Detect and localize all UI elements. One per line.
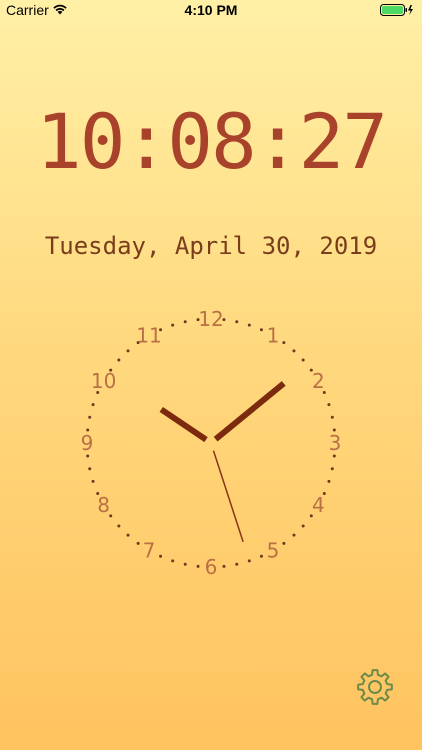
clock-minute-dot bbox=[126, 349, 130, 353]
clock-minute-dot bbox=[126, 533, 130, 537]
clock-number-1: 1 bbox=[267, 324, 280, 348]
clock-minute-dot bbox=[196, 564, 200, 568]
status-time: 4:10 PM bbox=[184, 2, 238, 18]
minute-hand bbox=[213, 381, 286, 442]
clock-minute-dot bbox=[91, 403, 95, 407]
clock-number-5: 5 bbox=[267, 538, 280, 562]
clock-number-7: 7 bbox=[143, 538, 156, 562]
clock-minute-dot bbox=[292, 533, 296, 537]
clock-number-10: 10 bbox=[91, 369, 116, 393]
clock-minute-dot bbox=[330, 415, 334, 419]
clock-minute-dot bbox=[171, 559, 175, 563]
hour-hand bbox=[159, 406, 208, 443]
clock-number-2: 2 bbox=[312, 369, 325, 393]
clock-minute-dot bbox=[235, 562, 239, 566]
battery-icon bbox=[380, 4, 413, 16]
clock-minute-dot bbox=[327, 403, 331, 407]
clock-minute-dot bbox=[282, 341, 286, 345]
clock-minute-dots bbox=[86, 318, 336, 568]
clock-minute-dot bbox=[136, 541, 140, 545]
date-label: Tuesday, April 30, 2019 bbox=[44, 232, 378, 260]
clock-minute-dot bbox=[171, 323, 175, 327]
clock-minute-dot bbox=[330, 467, 334, 471]
clock-numbers: 121234567891011 bbox=[81, 307, 342, 579]
settings-button[interactable] bbox=[356, 668, 394, 706]
clock-minute-dot bbox=[88, 415, 92, 419]
clock-number-3: 3 bbox=[329, 431, 342, 455]
status-bar: Carrier 4:10 PM bbox=[0, 0, 422, 22]
clock-minute-dot bbox=[327, 479, 331, 483]
clock-number-12: 12 bbox=[198, 307, 223, 331]
clock-minute-dot bbox=[159, 554, 163, 558]
clock-minute-dot bbox=[117, 358, 121, 362]
clock-minute-dot bbox=[282, 541, 286, 545]
clock-minute-dot bbox=[292, 349, 296, 353]
clock-minute-dot bbox=[259, 328, 263, 332]
clock-minute-dot bbox=[301, 358, 305, 362]
battery-fill bbox=[382, 6, 403, 14]
clock-minute-dot bbox=[183, 562, 187, 566]
clock-minute-dot bbox=[183, 320, 187, 324]
second-hand bbox=[212, 450, 244, 543]
clock-minute-dot bbox=[259, 554, 263, 558]
clock-number-8: 8 bbox=[97, 493, 110, 517]
clock-number-4: 4 bbox=[312, 493, 325, 517]
clock-minute-dot bbox=[91, 479, 95, 483]
clock-number-11: 11 bbox=[136, 324, 161, 348]
digital-time: 10:08:27 bbox=[35, 97, 388, 186]
clock-number-9: 9 bbox=[81, 431, 94, 455]
clock-number-6: 6 bbox=[205, 555, 218, 579]
clock-minute-dot bbox=[247, 323, 251, 327]
gear-icon bbox=[357, 669, 393, 705]
analog-clock: 12 1 2 3 4 5 6 7 8 9 10 11 bbox=[71, 303, 351, 583]
clock-minute-dot bbox=[247, 559, 251, 563]
analog-clock-face: 121234567891011 bbox=[81, 307, 342, 579]
clock-minute-dot bbox=[301, 524, 305, 528]
clock-minute-dot bbox=[222, 564, 226, 568]
clock-minute-dot bbox=[88, 467, 92, 471]
clock-minute-dot bbox=[117, 524, 121, 528]
clock-minute-dot bbox=[235, 320, 239, 324]
